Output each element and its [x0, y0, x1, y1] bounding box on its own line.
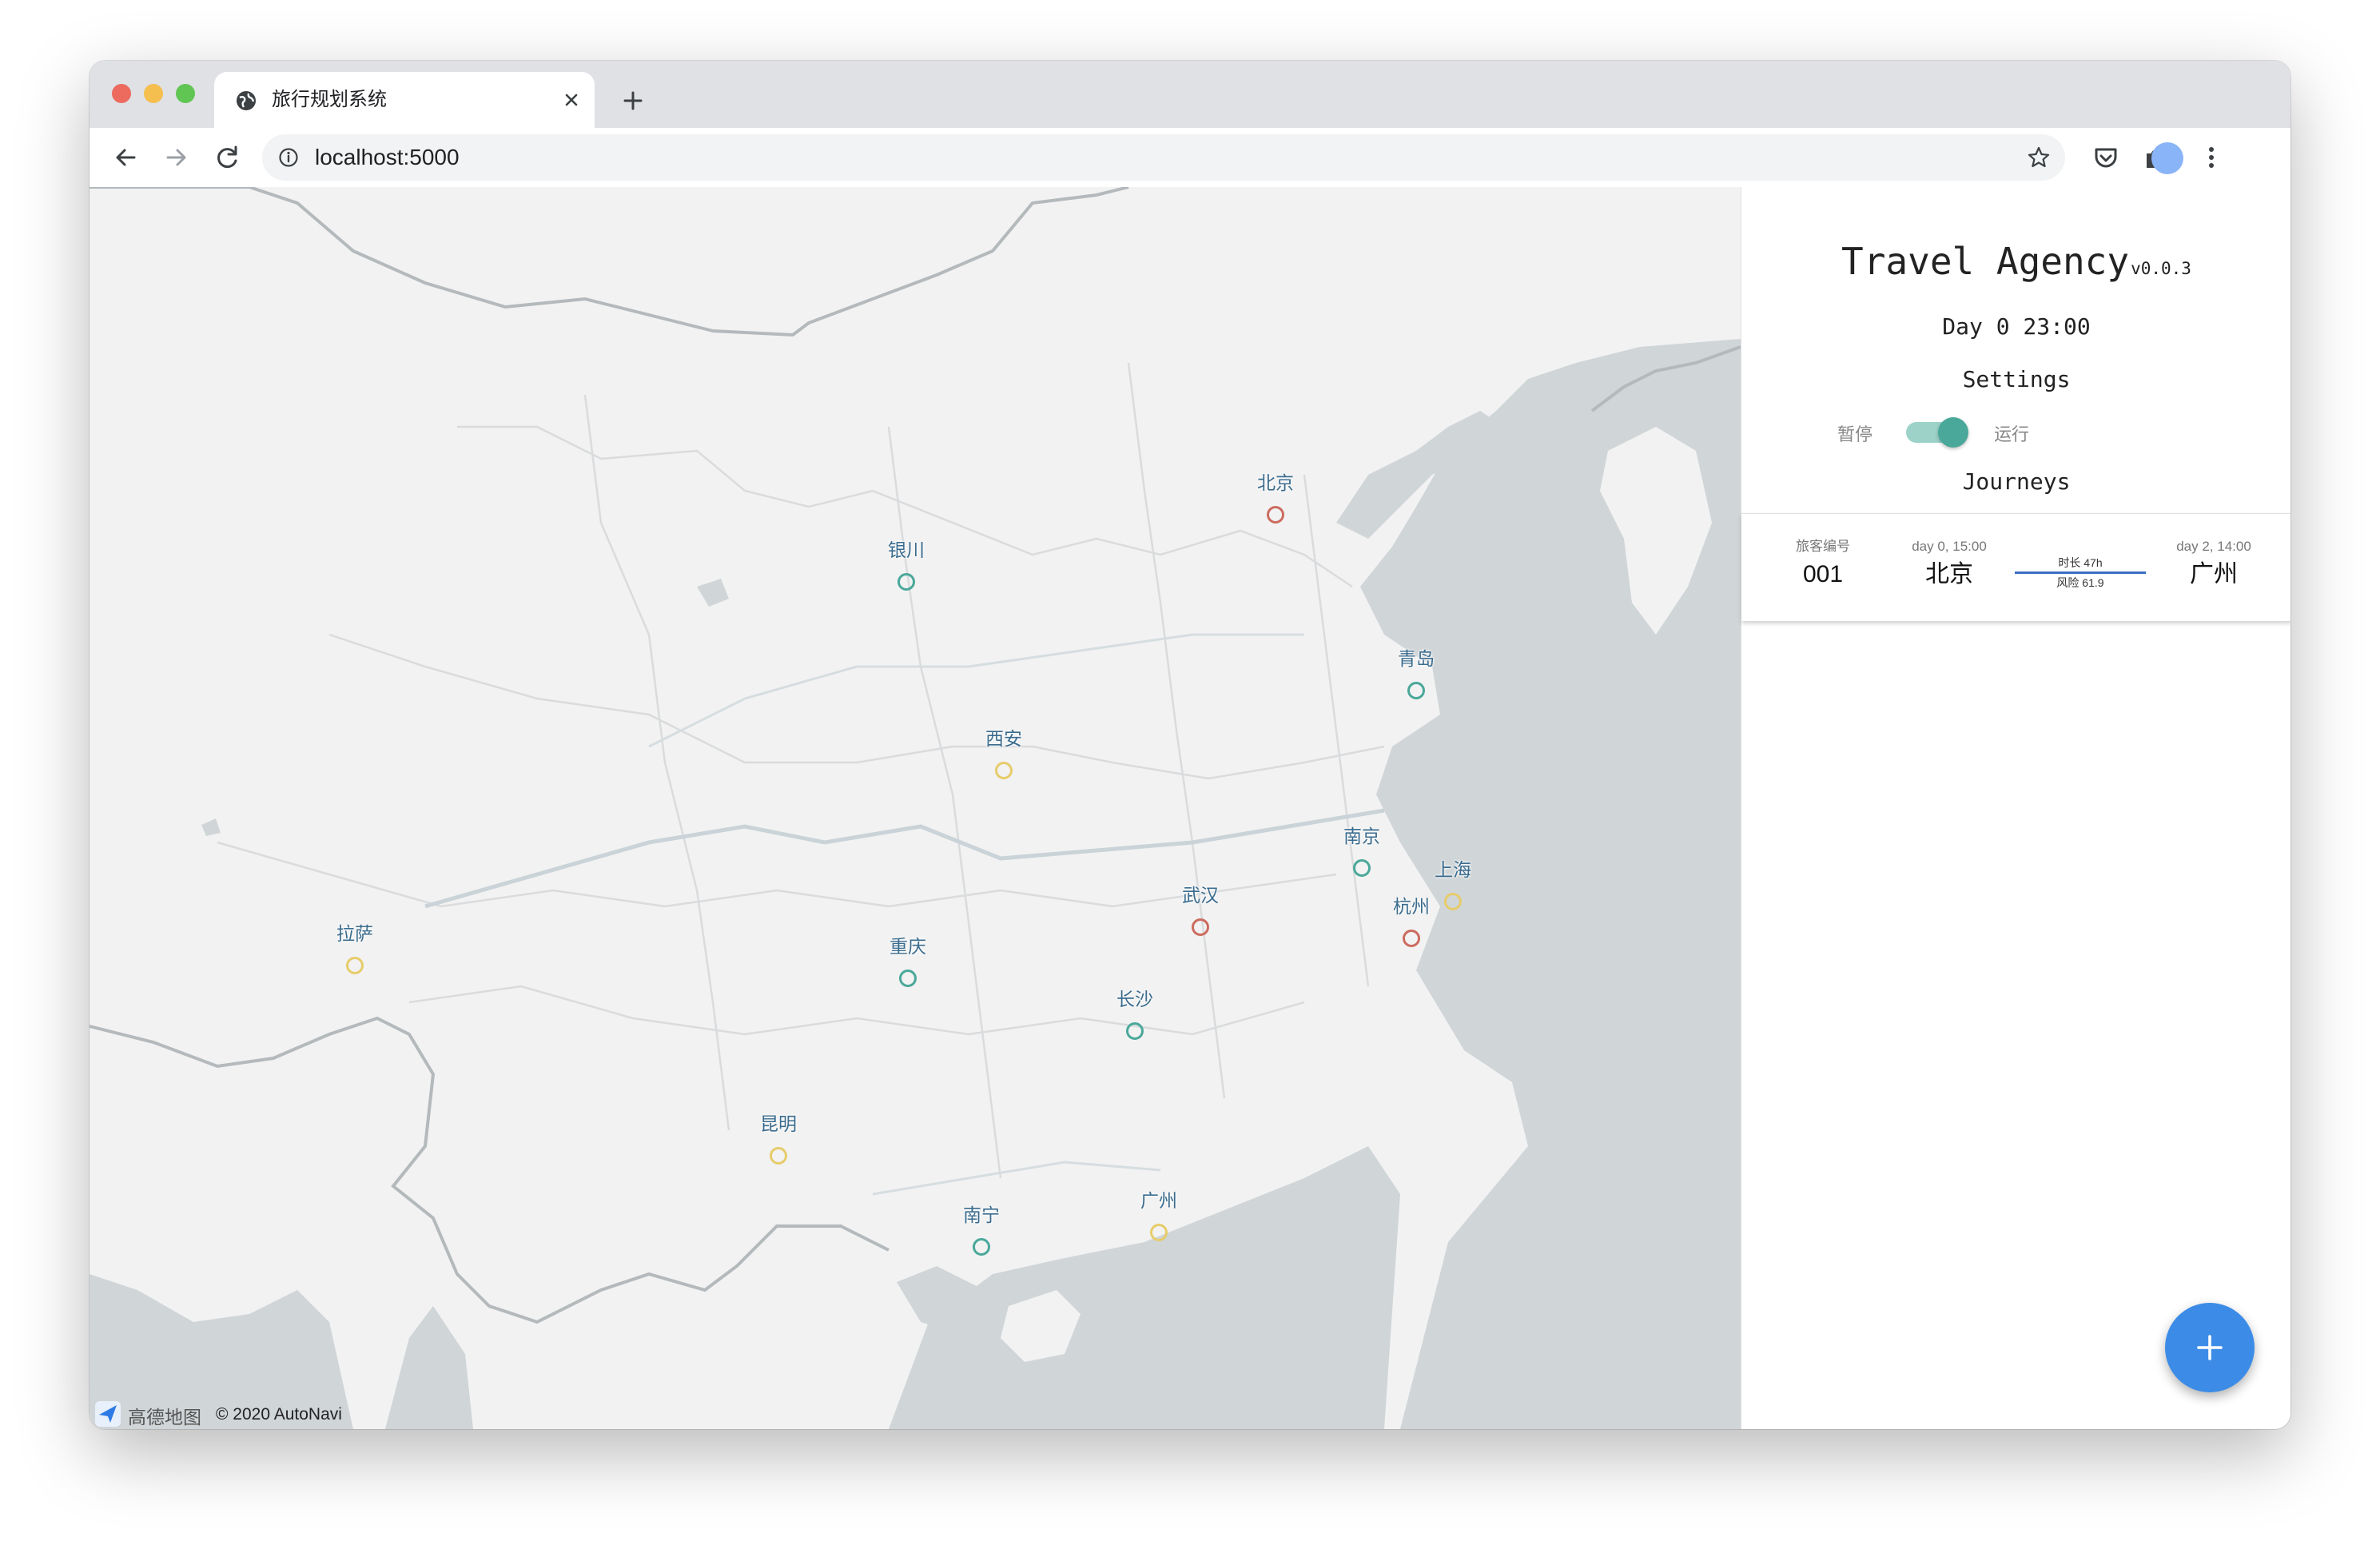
- app-version: v0.0.3: [2131, 259, 2191, 278]
- city-label: 长沙: [1116, 989, 1153, 1009]
- info-icon[interactable]: [278, 147, 299, 168]
- city-label: 北京: [1257, 472, 1294, 493]
- new-tab-icon[interactable]: [620, 88, 646, 113]
- plus-icon: [2197, 1335, 2223, 1360]
- city-label: 昆明: [760, 1113, 797, 1134]
- passenger-label: 旅客编号: [1796, 539, 1850, 554]
- close-window-button[interactable]: [112, 84, 131, 103]
- city-label: 西安: [985, 728, 1022, 749]
- tab-title: 旅行规划系统: [272, 89, 387, 110]
- profile-avatar[interactable]: [2151, 142, 2183, 174]
- origin-city: 北京: [1925, 561, 1973, 587]
- route-line-bar: [2015, 571, 2146, 574]
- city-ring[interactable]: [1192, 918, 1209, 936]
- browser-window: 旅行规划系统 localhost:5000 北京 银川 青岛 西安 南京 上海 …: [90, 61, 2290, 1429]
- maximize-window-button[interactable]: [176, 84, 195, 103]
- city-label: 青岛: [1398, 648, 1435, 669]
- city-ring[interactable]: [1267, 506, 1284, 524]
- city-ring[interactable]: [770, 1147, 787, 1165]
- address-bar[interactable]: localhost:5000: [262, 134, 2065, 181]
- city-ring[interactable]: [1403, 930, 1420, 947]
- bookmark-star-icon[interactable]: [2027, 145, 2051, 169]
- map-basemap: [90, 187, 1741, 1429]
- route-risk: 风险 61.9: [2056, 576, 2104, 589]
- browser-titlebar: 旅行规划系统: [90, 61, 2290, 128]
- city-ring[interactable]: [899, 970, 917, 987]
- city-label: 拉萨: [336, 923, 373, 944]
- browser-toolbar: localhost:5000: [90, 128, 2290, 188]
- add-journey-button[interactable]: [2165, 1303, 2255, 1392]
- city-label: 南京: [1343, 826, 1380, 846]
- destination-col: day 2, 14:00 广州: [2154, 538, 2274, 591]
- pocket-icon[interactable]: [2091, 142, 2121, 173]
- city-ring[interactable]: [1126, 1022, 1144, 1040]
- passenger-col: 旅客编号 001: [1770, 538, 1876, 591]
- simulation-clock: Day 0 23:00: [1942, 313, 2091, 340]
- route-line: 时长 47h 风险 61.9: [2015, 555, 2146, 590]
- city-ring[interactable]: [995, 762, 1013, 779]
- page-content: 北京 银川 青岛 西安 南京 上海 武汉 杭州 拉萨 重庆 长沙 昆明 南宁 广…: [90, 187, 2290, 1429]
- globe-icon: [237, 91, 256, 110]
- map-view[interactable]: 北京 银川 青岛 西安 南京 上海 武汉 杭州 拉萨 重庆 长沙 昆明 南宁 广…: [90, 187, 1741, 1429]
- run-toggle-row: 暂停 运行: [1741, 414, 2290, 449]
- city-label: 广州: [1140, 1190, 1177, 1211]
- origin-col: day 0, 15:00 北京: [1893, 538, 2005, 591]
- city-ring[interactable]: [1407, 682, 1425, 699]
- menu-dots-icon[interactable]: [2196, 142, 2227, 173]
- reload-icon[interactable]: [213, 142, 243, 173]
- city-ring[interactable]: [897, 573, 915, 591]
- side-panel: Travel Agencyv0.0.3 Day 0 23:00 Settings…: [1741, 187, 2290, 1429]
- city-label: 南宁: [963, 1205, 1000, 1225]
- journey-card[interactable]: 旅客编号 001 day 0, 15:00 北京 时长 47h 风险 61.9 …: [1741, 513, 2290, 621]
- depart-time: day 0, 15:00: [1912, 539, 1987, 554]
- attribution-brand: 高德地图: [128, 1407, 201, 1428]
- attribution-copyright: © 2020 AutoNavi: [216, 1405, 342, 1424]
- browser-tab[interactable]: 旅行规划系统: [214, 72, 595, 128]
- amap-logo-icon: [95, 1401, 121, 1427]
- city-label: 上海: [1435, 859, 1471, 880]
- minimize-window-button[interactable]: [144, 84, 163, 103]
- app-title-text: Travel Agency: [1841, 240, 2130, 283]
- city-ring[interactable]: [346, 957, 364, 974]
- forward-arrow-icon[interactable]: [161, 142, 192, 173]
- city-ring[interactable]: [973, 1238, 990, 1256]
- run-pause-switch[interactable]: [1906, 417, 1968, 448]
- settings-heading: Settings: [1962, 366, 2071, 392]
- city-label: 银川: [888, 540, 925, 560]
- url-text[interactable]: localhost:5000: [315, 145, 460, 169]
- city-label: 杭州: [1393, 896, 1430, 917]
- route-duration: 时长 47h: [2058, 556, 2103, 569]
- run-label: 运行: [1994, 424, 2030, 444]
- switch-knob[interactable]: [1938, 417, 1968, 448]
- city-ring[interactable]: [1353, 859, 1371, 877]
- app-title: Travel Agencyv0.0.3: [1741, 240, 2290, 283]
- back-arrow-icon[interactable]: [110, 142, 141, 173]
- close-tab-icon[interactable]: [559, 88, 583, 112]
- destination-city: 广州: [2190, 561, 2238, 587]
- city-label: 武汉: [1182, 885, 1219, 906]
- city-ring[interactable]: [1150, 1224, 1168, 1241]
- passenger-id: 001: [1802, 561, 1844, 587]
- arrive-time: day 2, 14:00: [2176, 539, 2251, 554]
- journeys-heading: Journeys: [1962, 468, 2071, 495]
- pause-label: 暂停: [1837, 424, 1873, 444]
- city-label: 重庆: [890, 936, 926, 957]
